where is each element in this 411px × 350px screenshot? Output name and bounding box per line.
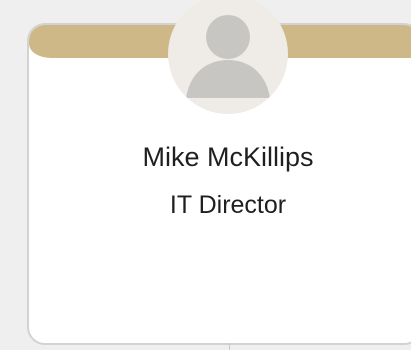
profile-job-title: IT Director [169, 191, 287, 219]
profile-name: Mike McKillips [142, 142, 314, 172]
divider-mark [229, 343, 230, 350]
page-background: Mike McKillips IT Director [0, 0, 411, 350]
